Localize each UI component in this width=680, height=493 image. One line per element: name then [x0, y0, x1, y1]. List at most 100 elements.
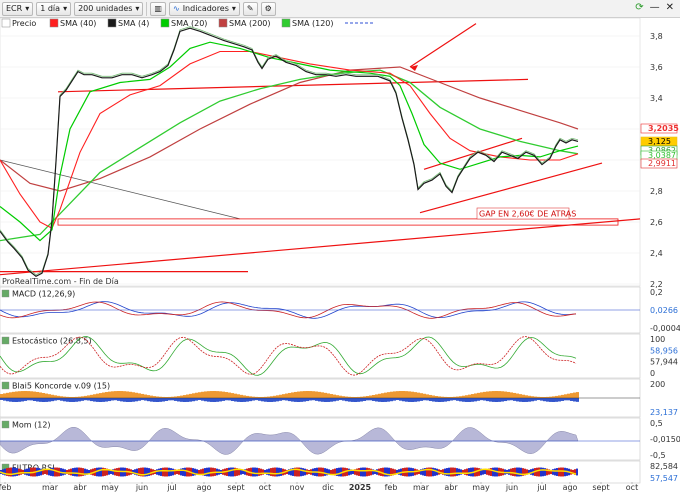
- rsi-bar: [256, 467, 258, 477]
- koncorde-bar: [276, 395, 279, 398]
- koncorde-bar: [21, 398, 24, 402]
- koncorde-bar: [324, 392, 327, 398]
- chart-area[interactable]: 3,83,63,43,23,02,82,62,42,23,20353,1253,…: [0, 18, 680, 493]
- rsi-bar: [14, 467, 16, 477]
- koncorde-bar: [300, 398, 303, 402]
- koncorde-bar: [285, 398, 288, 401]
- legend-swatch[interactable]: [49, 18, 59, 28]
- legend-swatch[interactable]: [218, 18, 228, 28]
- koncorde-bar: [567, 393, 570, 398]
- legend-swatch[interactable]: [281, 18, 291, 28]
- koncorde-bar: [234, 398, 237, 402]
- koncorde-bar: [45, 393, 48, 398]
- panel-title: Estocástico (26,8,5): [12, 337, 92, 346]
- units-select[interactable]: 200 unidades ▾: [74, 1, 144, 16]
- panel-tick-label: 82,584: [650, 462, 678, 471]
- symbol-select[interactable]: ECR ▾: [2, 1, 34, 16]
- koncorde-bar: [117, 391, 120, 398]
- minimize-icon[interactable]: —: [650, 2, 660, 13]
- rsi-bar: [168, 467, 170, 477]
- rsi-bar: [452, 467, 454, 477]
- koncorde-bar: [384, 392, 387, 398]
- rsi-bar: [364, 467, 366, 477]
- rsi-bar: [20, 469, 22, 475]
- legend-swatch[interactable]: [1, 18, 11, 28]
- x-tick-label: 2025: [349, 483, 372, 492]
- koncorde-bar: [6, 398, 9, 402]
- koncorde-bar: [129, 398, 132, 402]
- x-tick-label: jul: [166, 483, 177, 492]
- koncorde-bar: [390, 398, 393, 402]
- koncorde-bar: [132, 398, 135, 402]
- chart-type-button[interactable]: ▥: [150, 1, 166, 16]
- koncorde-bar: [222, 398, 225, 401]
- panel-swatch[interactable]: [1, 336, 10, 345]
- koncorde-bar: [138, 393, 141, 398]
- rsi-bar: [324, 468, 326, 476]
- chevron-down-icon: ▾: [63, 4, 68, 13]
- rsi-bar: [184, 467, 186, 477]
- koncorde-bar: [420, 398, 423, 401]
- legend-swatch[interactable]: [160, 18, 170, 28]
- koncorde-bar: [543, 398, 546, 402]
- koncorde-bar: [420, 393, 423, 398]
- chart-svg[interactable]: 3,83,63,43,23,02,82,62,42,23,20353,1253,…: [0, 18, 680, 493]
- koncorde-bar: [93, 394, 96, 398]
- legend-swatch[interactable]: [107, 18, 117, 28]
- koncorde-bar: [537, 398, 540, 401]
- koncorde-bar: [522, 398, 525, 402]
- koncorde-bar: [303, 391, 306, 398]
- koncorde-bar: [42, 392, 45, 398]
- koncorde-bar: [555, 398, 558, 402]
- rsi-bar: [270, 468, 272, 476]
- legend-label: SMA (40): [60, 19, 96, 28]
- rsi-bar: [114, 468, 116, 476]
- panel-swatch[interactable]: [1, 420, 10, 429]
- koncorde-bar: [285, 393, 288, 398]
- koncorde-bar: [441, 398, 444, 402]
- rsi-bar: [366, 467, 368, 477]
- rsi-bar: [26, 468, 28, 476]
- koncorde-bar: [282, 394, 285, 398]
- symbol-label: ECR: [6, 4, 23, 13]
- panel-tick-label: 0: [650, 369, 655, 378]
- koncorde-bar: [408, 398, 411, 402]
- x-tick-label: mar: [42, 483, 59, 492]
- koncorde-bar: [480, 392, 483, 398]
- close-icon[interactable]: ✕: [666, 2, 674, 13]
- panel-title: Mom (12): [12, 421, 51, 430]
- rsi-bar: [280, 468, 282, 476]
- koncorde-bar: [48, 394, 51, 398]
- legend-label: SMA (120): [292, 19, 334, 28]
- settings-button[interactable]: ⚙: [260, 1, 276, 16]
- koncorde-bar: [375, 394, 378, 398]
- drawing-tools-button[interactable]: ✎: [242, 1, 258, 16]
- koncorde-bar: [57, 398, 60, 401]
- koncorde-bar: [135, 392, 138, 398]
- refresh-icon[interactable]: ⟳: [635, 2, 643, 13]
- panel-tick-label: -0,5: [650, 451, 666, 460]
- koncorde-bar: [105, 392, 108, 398]
- koncorde-bar: [309, 398, 312, 401]
- indicators-button[interactable]: ∿ Indicadores ▾: [168, 1, 240, 16]
- koncorde-bar: [396, 398, 399, 401]
- koncorde-bar: [318, 391, 321, 398]
- x-tick-label: oct: [626, 483, 638, 492]
- koncorde-bar: [306, 398, 309, 402]
- koncorde-bar: [516, 398, 519, 402]
- rsi-bar: [346, 468, 348, 476]
- panel-swatch[interactable]: [1, 381, 10, 390]
- y-tick-label: 2,4: [650, 249, 663, 258]
- koncorde-bar: [123, 398, 126, 402]
- koncorde-bar: [339, 395, 342, 398]
- koncorde-bar: [294, 398, 297, 402]
- koncorde-bar: [114, 398, 117, 401]
- panel-swatch[interactable]: [1, 289, 10, 298]
- period-select[interactable]: 1 día ▾: [36, 1, 72, 16]
- koncorde-bar: [57, 395, 60, 398]
- koncorde-bar: [102, 392, 105, 398]
- rsi-bar: [158, 468, 160, 476]
- koncorde-bar: [174, 398, 177, 401]
- rsi-bar: [552, 469, 554, 475]
- koncorde-bar: [267, 398, 270, 402]
